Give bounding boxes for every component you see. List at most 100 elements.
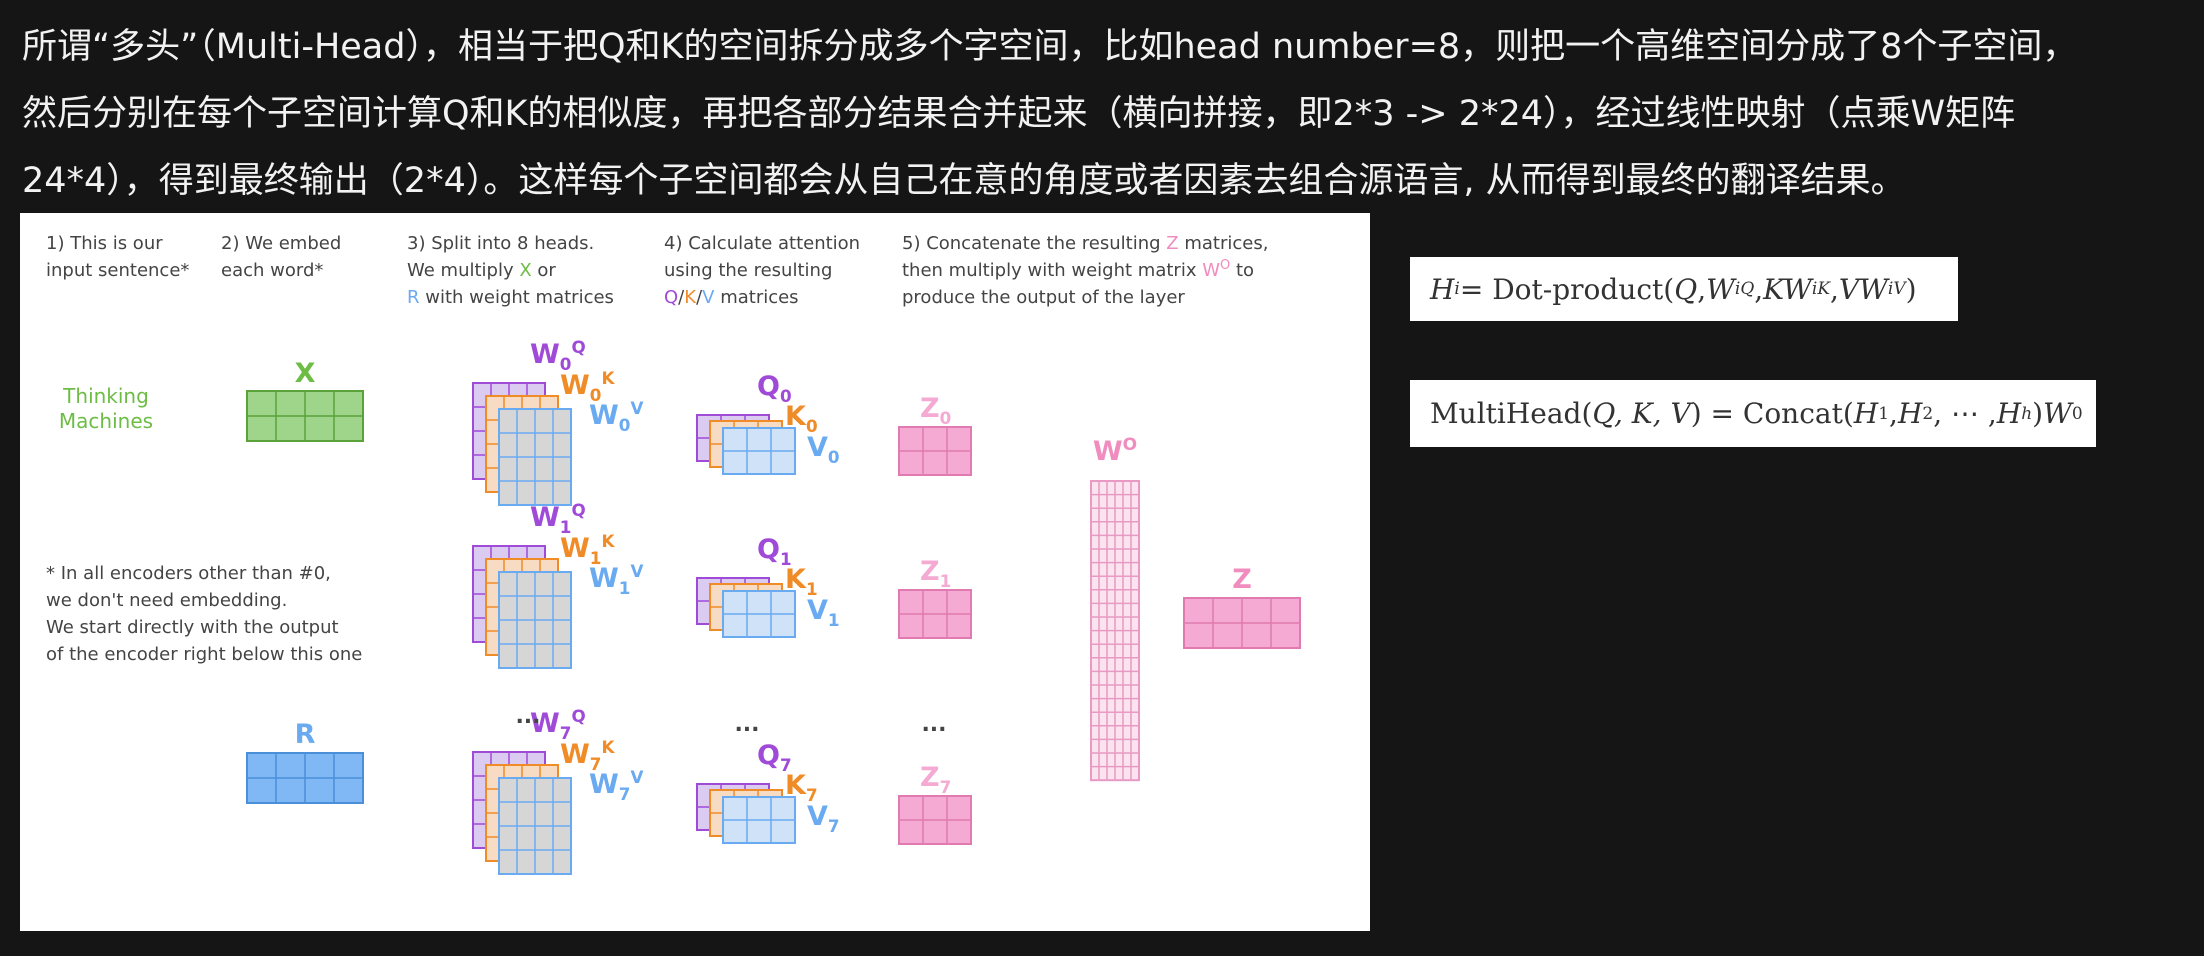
z-matrix-0 [898,426,972,476]
z-label-7-sub: 7 [940,777,952,797]
f2-h1-sub: 1 [1878,403,1890,424]
step5-multiply: then multiply with weight matrix [902,260,1202,281]
f2-close: ) [2032,397,2044,430]
z-label-7: Z7 [920,762,951,797]
x-matrix-cells [246,390,364,442]
f1-close: ) [1905,272,1917,306]
f1-kw: KW [1763,272,1812,306]
step1-line2: input sentence* [46,260,189,281]
wk-label-1-base: W [560,533,590,564]
step1-line1: 1) This is our [46,233,163,254]
formula-head-definition: Hi = Dot-product(Q, WiQ, KW i K, VW i V) [1410,257,1958,321]
wk-label-0-sup: K [601,368,615,388]
wv-label-7-base: W [589,769,619,800]
q-label-7-base: Q [757,740,780,771]
attention-heads: W0QW0KW0VQ0K0V0Z0W1QW1KW1VQ1K1V1Z1W7QW7K… [472,337,972,875]
z-label-1-base: Z [920,556,940,587]
q-label-0-base: Q [757,371,780,402]
wv-label-1-sup: V [630,561,643,581]
intro-line-1: 所谓“多头”（Multi-Head），相当于把Q和K的空间拆分成多个字空间，比如… [22,27,2078,67]
f1-dot-product: = Dot-product( [1459,272,1675,306]
f1-w-sup: Q [1740,279,1755,299]
v-matrix-0 [722,427,796,475]
f1-h: H [1430,272,1455,306]
wv-label-0-sub: 0 [619,415,631,435]
qkv-ellipsis: ... [734,712,759,737]
step5-z: Z [1166,233,1178,254]
f1-comma1: , [1697,272,1707,306]
step5-w: W [1202,260,1220,281]
step4-v: V [702,287,715,308]
step2-line2: each word* [221,260,323,281]
head-1: W1QW1KW1VQ1K1V1Z1 [472,500,972,669]
z-output-matrix [1183,597,1301,649]
step5-matrices: matrices, [1179,233,1269,254]
f2-hh: H [1996,397,2022,430]
wq-label-1: W1Q [530,500,586,537]
wk-label-7-base: W [560,739,590,770]
step3-line2: We multiply X or [407,260,556,281]
f2-concat: ) = Concat( [1690,397,1854,430]
z-label-7-base: Z [920,762,940,793]
intro-text: 所谓“多头”（Multi-Head），相当于把Q和K的空间拆分成多个字空间，比如… [22,14,2192,215]
wq-label-0-base: W [530,339,560,370]
v-label-7: V7 [807,801,840,836]
f1-q: Q [1674,272,1698,306]
step2-line1: 2) We embed [221,233,341,254]
x-label: X [295,358,316,389]
v-label-0-base: V [807,432,828,463]
v-label-1-base: V [807,595,828,626]
step3-weights: with weight matrices [420,287,614,308]
footnote-line2: we don't need embedding. [46,590,287,611]
step5-line1: 5) Concatenate the resulting Z matrices, [902,233,1268,254]
step4-q: Q [664,287,678,308]
f2-w: W [2043,397,2072,430]
z-matrix-1 [898,589,972,639]
wv-label-7: W7V [589,767,643,804]
f2-h2: H [1897,397,1923,430]
wv-label-1: W1V [589,561,643,598]
f2-comma: , [1889,397,1898,430]
wv-label-7-sub: 7 [619,784,631,804]
k-label-0: K0 [785,401,818,436]
wo-label-o: O [1123,435,1137,455]
step5-text: 5) Concatenate the resulting [902,233,1166,254]
step4-line2: using the resulting [664,260,832,281]
step4-line3: Q/K/V matrices [664,287,799,308]
wo-matrix-cells [1090,480,1140,782]
intro-line-2: 然后分别在每个子空间计算Q和K的相似度，再把各部分结果合并起来（横向拼接，即2*… [22,94,2016,134]
wv-label-1-sub: 1 [619,578,631,598]
v-label-7-sub: 7 [828,816,840,836]
head-7: W7QW7KW7VQ7K7V7Z7 [472,706,972,875]
r-label: R [295,719,316,750]
wk-label-1-sup: K [601,531,615,551]
f2-h1: H [1853,397,1879,430]
k-label-1: K1 [785,564,818,599]
wk-label-0-base: W [560,370,590,401]
step3-text: We multiply [407,260,519,281]
z-ellipsis: ... [921,712,946,737]
step5-line3: produce the output of the layer [902,287,1185,308]
step3-x: X [519,260,531,281]
step5-o: O [1220,258,1230,273]
wv-matrix-0 [498,408,572,506]
f2-name: MultiHead( [1430,397,1593,430]
z-output-cells [1183,597,1301,649]
z-label-0-sub: 0 [940,408,952,428]
f1-vw-sup: V [1893,279,1906,299]
wv-label-0: W0V [589,398,643,435]
step4-matrices: matrices [714,287,798,308]
v-label-1: V1 [807,595,840,630]
wv-matrix-7 [498,777,572,875]
k-label-0-base: K [785,401,807,432]
footnote-line1: * In all encoders other than #0, [46,563,331,584]
multi-head-attention-figure: 1) This is our input sentence* 2) We emb… [20,213,1370,931]
f2-dots: , ⋯ , [1933,397,1997,430]
f2-args: Q, K, V [1592,397,1691,430]
f2-w-sup: 0 [2071,403,2083,424]
z-matrix-7 [898,795,972,845]
step3-line1: 3) Split into 8 heads. [407,233,594,254]
x-matrix [246,390,364,442]
k-label-7-base: K [785,770,807,801]
wv-label-0-sup: V [630,398,643,418]
